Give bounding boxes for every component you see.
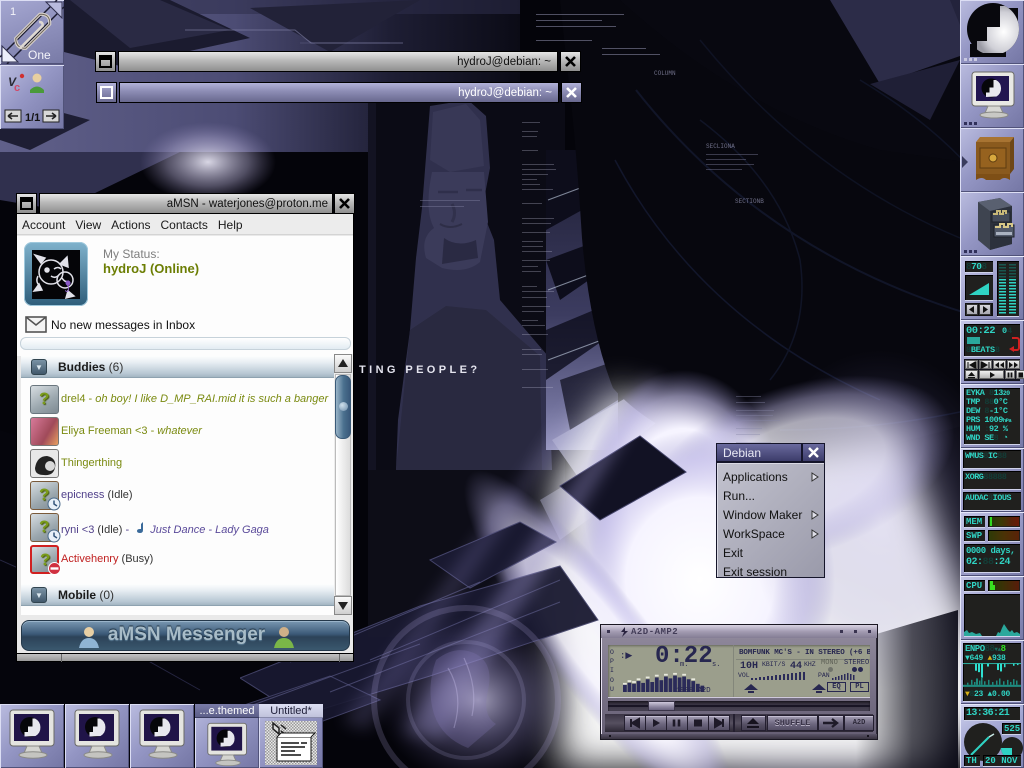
svg-text:SECTIONB: SECTIONB <box>735 198 764 205</box>
svg-text:One: One <box>28 48 51 62</box>
svg-text:SECLIONA: SECLIONA <box>706 143 735 150</box>
svg-text:COLUMN: COLUMN <box>654 70 676 77</box>
svg-text:1/1: 1/1 <box>25 112 40 124</box>
svg-text:1: 1 <box>10 6 16 18</box>
svg-text:J: J <box>65 284 70 294</box>
svg-text:c: c <box>14 82 20 94</box>
svg-text:TING PEOPLE?: TING PEOPLE? <box>359 364 480 376</box>
